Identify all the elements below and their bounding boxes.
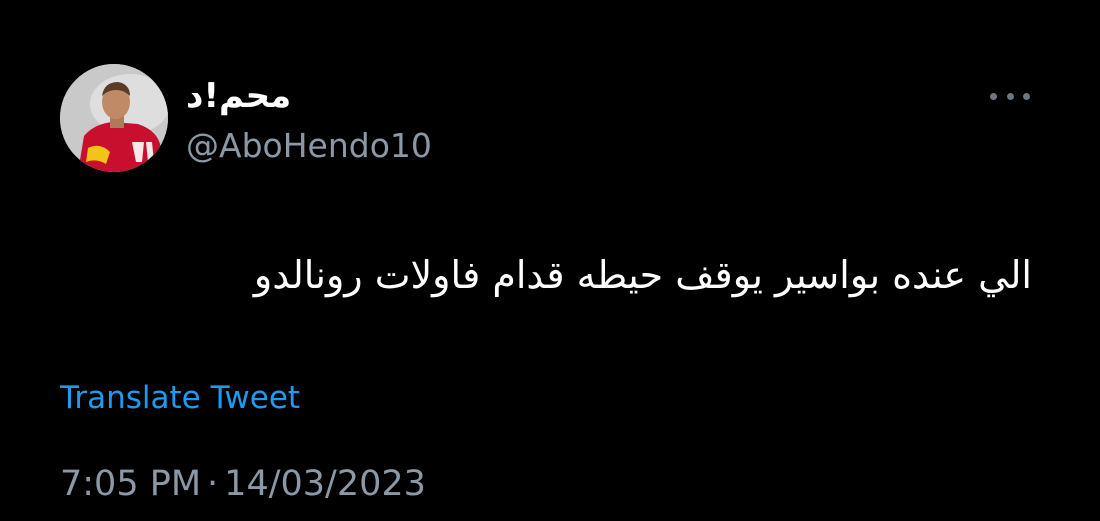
translate-tweet-link[interactable]: Translate Tweet [60, 376, 300, 420]
meta-separator: · [207, 464, 219, 504]
dot-icon [1023, 92, 1030, 100]
dot-icon [990, 92, 997, 100]
author-avatar[interactable] [60, 64, 168, 172]
more-options-icon[interactable] [990, 86, 1030, 106]
avatar-photo [60, 64, 168, 172]
dot-icon [1006, 92, 1014, 100]
tweet-text: الي عنده بواسير يوقف حيطه قدام فاولات رو… [253, 253, 1032, 297]
tweet-timestamp[interactable]: 7:05 PM · 14/03/2023 [60, 460, 426, 508]
tweet-date: 14/03/2023 [224, 464, 426, 504]
tweet-card: محم!د @AboHendo10 الي عنده بواسير يوقف ح… [0, 0, 1100, 521]
author-handle[interactable]: @AboHendo10 [186, 124, 432, 168]
author-display-name[interactable]: محم!د [186, 74, 291, 118]
tweet-time: 7:05 PM [60, 464, 202, 504]
